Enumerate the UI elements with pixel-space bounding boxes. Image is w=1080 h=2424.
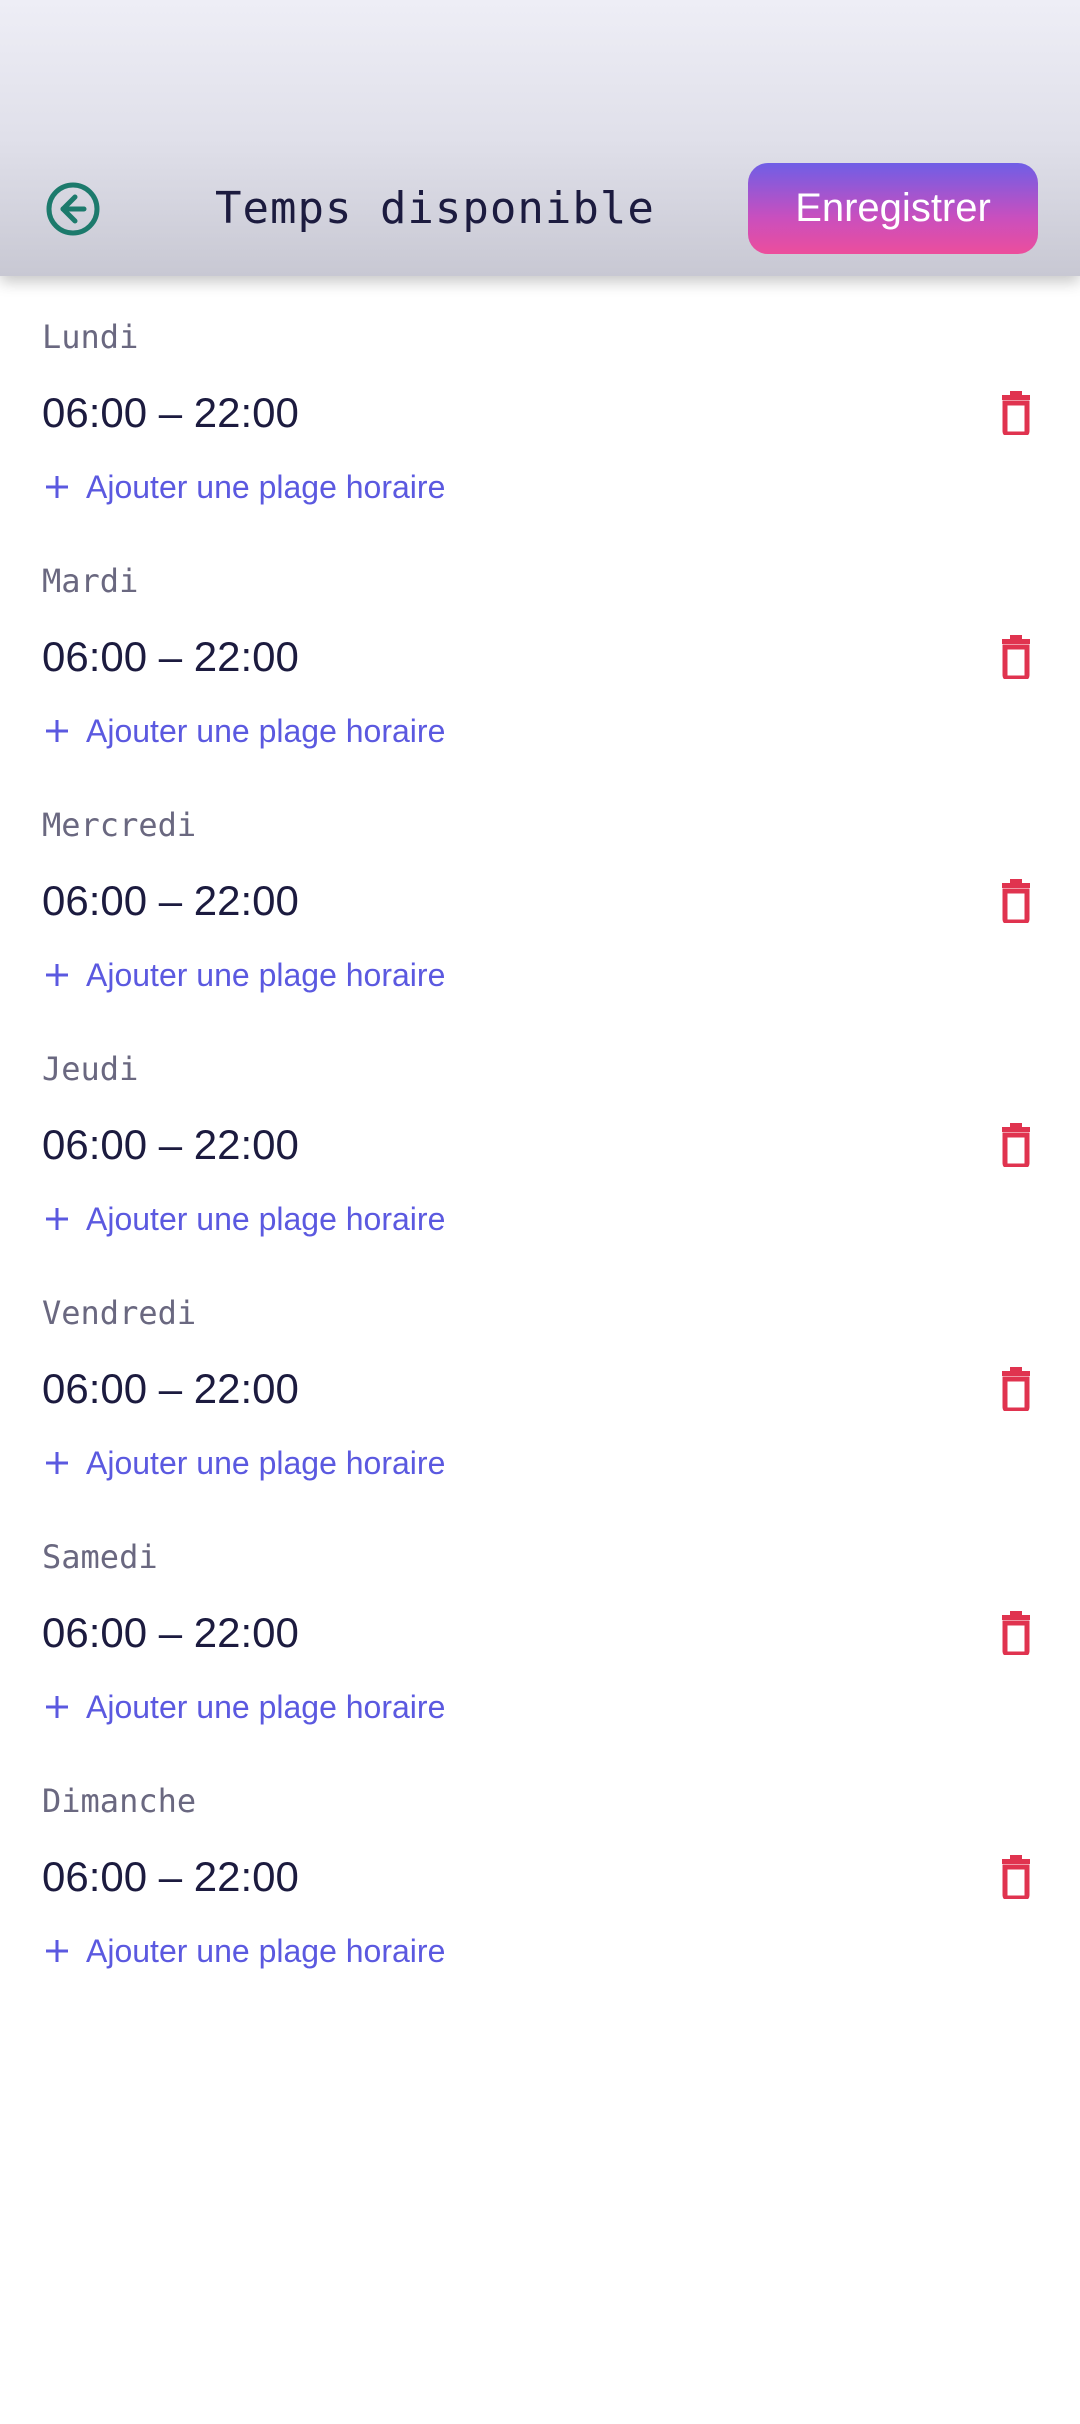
- day-section-samedi: Samedi 06:00 – 22:00 Ajouter une plage h…: [0, 1220, 1080, 1725]
- day-section-jeudi: Jeudi 06:00 – 22:00 Ajouter une plage ho…: [0, 732, 1080, 1237]
- arrow-left-circle-icon: [46, 182, 100, 236]
- day-section-dimanche: Dimanche 06:00 – 22:00 Ajouter une plage…: [0, 1464, 1080, 1969]
- day-label: Dimanche: [42, 1782, 197, 1820]
- time-slot-row: 06:00 – 22:00: [0, 1847, 1080, 1907]
- day-section-mercredi: Mercredi 06:00 – 22:00 Ajouter une plage…: [0, 488, 1080, 993]
- day-section-mardi: Mardi 06:00 – 22:00 Ajouter une plage ho…: [0, 244, 1080, 749]
- add-slot-button[interactable]: Ajouter une plage horaire: [42, 1929, 445, 1973]
- add-slot-label: Ajouter une plage horaire: [86, 1932, 446, 1969]
- save-button[interactable]: Enregistrer: [748, 163, 1038, 254]
- back-button[interactable]: [44, 180, 102, 238]
- plus-icon: [46, 1940, 68, 1962]
- trash-icon: [1002, 1855, 1030, 1901]
- day-section-vendredi: Vendredi 06:00 – 22:00 Ajouter une plage…: [0, 976, 1080, 1481]
- time-range[interactable]: 06:00 – 22:00: [42, 1847, 299, 1907]
- delete-slot-button[interactable]: [998, 1855, 1034, 1901]
- app-header: Temps disponible Enregistrer: [0, 0, 1080, 276]
- page-title: Temps disponible: [215, 183, 655, 234]
